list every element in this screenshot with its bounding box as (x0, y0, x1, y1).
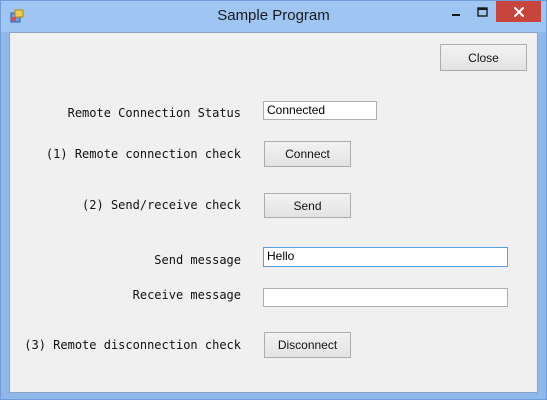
send-receive-check-label: (2) Send/receive check (82, 198, 241, 212)
connection-status-label: Remote Connection Status (67, 106, 241, 120)
send-button[interactable]: Send (264, 193, 351, 218)
window-close-button[interactable] (496, 1, 541, 22)
close-button[interactable]: Close (440, 44, 527, 71)
receive-message-label: Receive message (132, 288, 241, 302)
app-window: Sample Program Close Remote Connection S… (0, 0, 547, 400)
remote-disconnection-check-label: (3) Remote disconnection check (24, 338, 241, 352)
close-icon (513, 6, 524, 17)
connection-status-field[interactable]: Connected (263, 101, 377, 120)
maximize-button[interactable] (469, 1, 495, 22)
disconnect-button[interactable]: Disconnect (264, 332, 351, 358)
receive-message-field[interactable] (263, 288, 508, 307)
maximize-icon (476, 6, 488, 17)
client-area: Close Remote Connection Status Connected… (9, 32, 538, 393)
minimize-button[interactable] (443, 1, 469, 22)
remote-connection-check-label: (1) Remote connection check (45, 147, 241, 161)
send-message-label: Send message (154, 253, 241, 267)
send-message-input[interactable]: Hello (263, 247, 508, 267)
title-bar[interactable]: Sample Program (1, 1, 546, 32)
minimize-icon (452, 13, 460, 16)
connect-button[interactable]: Connect (264, 141, 351, 167)
